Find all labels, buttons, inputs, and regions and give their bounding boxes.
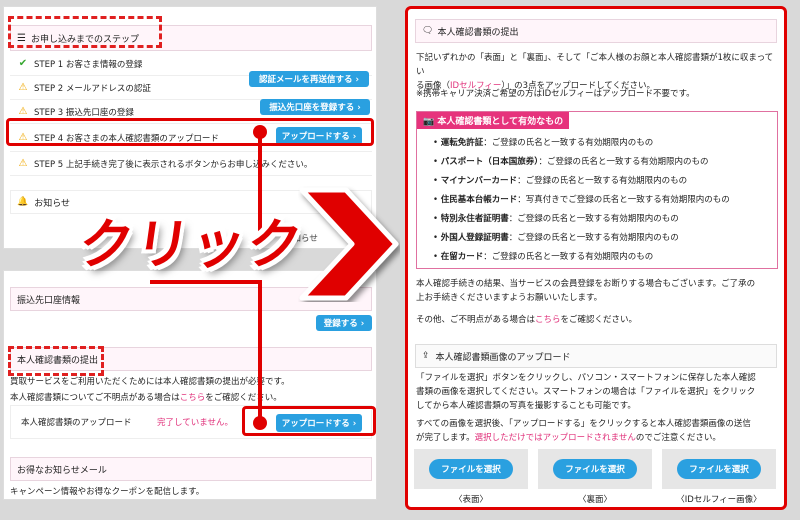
doc-desc: ：ご登録の氏名と一致する有効期限内のもの [517, 176, 688, 186]
id-text-2-b: をご確認ください。 [205, 393, 282, 403]
file-select-back-button[interactable]: ファイルを選択 [553, 459, 637, 479]
doc-desc: ：写真付きでご登録の氏名と一致する有効期限内のもの [517, 195, 730, 205]
steps-dashed-highlight [8, 16, 162, 48]
warning-icon: ⚠ [18, 158, 28, 169]
carrier-note: ※携帯キャリア決済ご希望の方はIDセルフィーはアップロード不要です。 [416, 89, 695, 99]
mail-header: お得なお知らせメール [10, 457, 372, 481]
other-text-a: その他、ご不明点がある場合は [416, 315, 536, 325]
step-label: STEP 2 メールアドレスの認証 [34, 83, 151, 94]
doc-desc: ：ご登録の氏名と一致する有効期限内のもの [483, 138, 654, 148]
doc-item: • 運転免許証：ご登録の氏名と一致する有効期限内のもの [433, 138, 654, 148]
help-link[interactable]: こちら [180, 393, 206, 403]
message-icon: 🗨 [422, 26, 434, 36]
other-text-b: をご確認ください。 [560, 315, 638, 325]
upload-label: 本人確認書類のアップロード [21, 418, 132, 428]
doc-desc: ：ご登録の氏名と一致する有効期限内のもの [508, 214, 679, 224]
warning-icon: ⚠ [18, 106, 28, 117]
upload-line-3: してから本人確認書類の写真を撮影することも可能です。 [416, 401, 636, 411]
final-text: すべての画像を選択後、「アップロードする」をクリックすると本人確認書類画像の送信… [416, 417, 778, 445]
doc-name: 運転免許証 [440, 138, 484, 148]
intro-line-1: 下記いずれかの「表面」と「裏面」、そして「ご本人様のお顔と本人確認書類が1枚に収… [416, 53, 774, 77]
final-line-2b: のでご注意ください。 [635, 433, 721, 443]
upload-icon: ⇪ [422, 351, 430, 361]
warning-text: 選択しただけではアップロードされません [474, 433, 636, 443]
arrow-icon [299, 187, 399, 301]
refuse-text: 本人確認手続きの結果、当サービスの会員登録をお断りする場合もございます。ご了承の… [416, 277, 778, 305]
back-upload-box: ファイルを選択 [538, 449, 652, 489]
file-select-selfie-button[interactable]: ファイルを選択 [677, 459, 761, 479]
doc-name: 在留カード [440, 252, 484, 262]
bell-icon: 🔔 [17, 197, 29, 207]
modal-header: 🗨 本人確認書類の提出 [415, 19, 777, 43]
doc-item: • パスポート（日本国旅券）：ご登録の氏名と一致する有効期限内のもの [433, 157, 709, 167]
id-text-2: 本人確認書類についてご不明点がある場合はこちらをご確認ください。 [10, 391, 282, 403]
step4-highlight [6, 118, 374, 146]
doc-item: • 外国人登録証明書：ご登録の氏名と一致する有効期限内のもの [433, 233, 679, 243]
mail-text: キャンペーン情報やお得なクーポンを配信します。 [10, 487, 205, 497]
upload-section-title: 本人確認書類画像のアップロード [435, 352, 571, 363]
camera-icon: 📷 [423, 117, 438, 127]
front-upload-box: ファイルを選択 [414, 449, 528, 489]
selfie-upload-box: ファイルを選択 [662, 449, 776, 489]
doc-name: 特別永住者証明書 [440, 214, 509, 224]
id-submission-modal: 🗨 本人確認書類の提出 下記いずれかの「表面」と「裏面」、そして「ご本人様のお顔… [405, 6, 787, 510]
warning-icon: ⚠ [18, 82, 28, 93]
other-text: その他、ご不明点がある場合はこちらをご確認ください。 [416, 313, 778, 327]
upload-instructions: 「ファイルを選択」ボタンをクリックし、パソコン・スマートフォンに保存した本人確認… [416, 371, 778, 413]
doc-item: • マイナンバーカード：ご登録の氏名と一致する有効期限内のもの [433, 176, 688, 186]
back-caption: 〈裏面〉 [577, 495, 612, 505]
connector-line-bottom [258, 282, 262, 422]
refuse-line-1: 本人確認手続きの結果、当サービスの会員登録をお断りする場合もございます。ご了承の [416, 279, 756, 289]
doc-name: 外国人登録証明書 [440, 233, 509, 243]
modal-title: 本人確認書類の提出 [437, 27, 519, 38]
id-dashed-highlight [8, 346, 104, 376]
register-account-button[interactable]: 振込先口座を登録する › [260, 99, 370, 115]
register-button[interactable]: 登録する › [316, 315, 372, 331]
upload-line-1: 「ファイルを選択」ボタンをクリックし、パソコン・スマートフォンに保存した本人確認 [416, 373, 756, 383]
final-line-2a: が完了します。 [416, 433, 475, 443]
doc-name: マイナンバーカード [440, 176, 518, 186]
connector-line-horizontal [150, 280, 262, 284]
click-callout: クリック [74, 213, 308, 276]
other-link[interactable]: こちら [535, 315, 561, 325]
connector-dot-top [253, 125, 267, 139]
upload-line-2: 書類の画像を選択してください。スマートフォンの場合は「ファイルを選択」をクリック [416, 387, 756, 397]
valid-docs-title: 📷 本人確認書類として有効なもの [417, 112, 570, 129]
resend-email-button[interactable]: 認証メールを再送信する › [249, 71, 369, 87]
check-icon: ✔ [18, 58, 28, 69]
notice-label: お知らせ [34, 198, 71, 209]
doc-name: パスポート（日本国旅券） [440, 157, 539, 167]
step-label: STEP 1 お客さま情報の登録 [34, 59, 143, 70]
upload-status: 完了していません。 [157, 418, 233, 428]
id-text-1: 買取サービスをご利用いただくためには本人確認書類の提出が必要です。 [10, 377, 290, 387]
id-text-2-a: 本人確認書類についてご不明点がある場合は [10, 393, 180, 403]
doc-name: 住民基本台帳カード [440, 195, 518, 205]
connector-dot-bottom [253, 416, 267, 430]
selfie-caption: 〈IDセルフィー画像〉 [676, 495, 762, 505]
step-5: ⚠ STEP 5 上記手続き完了後に表示されるボタンからお申し込みください。 [10, 152, 372, 176]
step-label: STEP 5 上記手続き完了後に表示されるボタンからお申し込みください。 [34, 159, 313, 170]
doc-item: • 特別永住者証明書：ご登録の氏名と一致する有効期限内のもの [433, 214, 679, 224]
final-line-1: すべての画像を選択後、「アップロードする」をクリックすると本人確認書類画像の送信 [416, 419, 751, 429]
step-label: STEP 3 振込先口座の登録 [34, 107, 134, 118]
file-select-front-button[interactable]: ファイルを選択 [429, 459, 513, 479]
account-panel: 振込先口座情報 登録する › 本人確認書類の提出 買取サービスをご利用いただくた… [3, 270, 377, 500]
upload-section-header: ⇪ 本人確認書類画像のアップロード [415, 344, 777, 368]
doc-desc: ：ご登録の氏名と一致する有効期限内のもの [538, 157, 709, 167]
doc-desc: ：ご登録の氏名と一致する有効期限内のもの [483, 252, 654, 262]
doc-item: • 在留カード：ご登録の氏名と一致する有効期限内のもの [433, 252, 654, 262]
front-caption: 〈表面〉 [453, 495, 488, 505]
doc-item: • 住民基本台帳カード：写真付きでご登録の氏名と一致する有効期限内のもの [433, 195, 730, 205]
valid-docs-label: 本人確認書類として有効なもの [437, 117, 564, 127]
valid-docs-box: 📷 本人確認書類として有効なもの • 運転免許証：ご登録の氏名と一致する有効期限… [416, 111, 778, 269]
doc-desc: ：ご登録の氏名と一致する有効期限内のもの [508, 233, 679, 243]
refuse-line-2: 上お手続きくださいますようお願いいたします。 [416, 293, 603, 303]
